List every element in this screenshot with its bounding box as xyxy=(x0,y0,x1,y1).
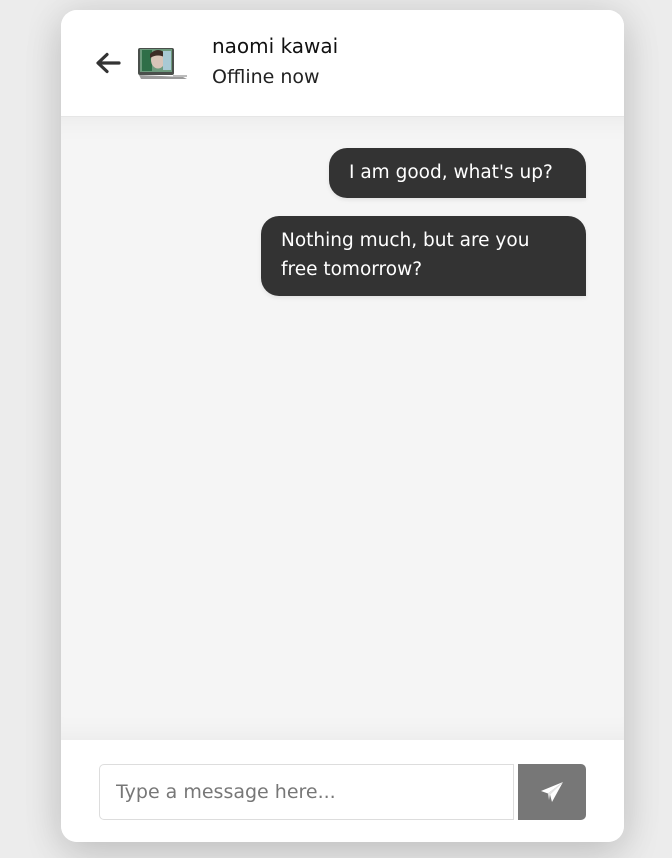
chat-window: naomi kawai Offline now I am good, what'… xyxy=(61,10,624,842)
contact-name: naomi kawai xyxy=(212,34,339,58)
arrow-left-icon xyxy=(96,52,121,74)
message-list[interactable]: I am good, what's up? Nothing much, but … xyxy=(61,117,624,740)
send-button[interactable] xyxy=(518,764,586,820)
paper-plane-icon xyxy=(541,782,563,802)
avatar xyxy=(137,46,189,82)
outgoing-message: Nothing much, but are you free tomorrow? xyxy=(261,216,586,296)
outgoing-message: I am good, what's up? xyxy=(329,148,586,198)
contact-status: Offline now xyxy=(212,66,320,88)
back-button[interactable] xyxy=(94,50,122,76)
chat-header: naomi kawai Offline now xyxy=(61,10,624,117)
message-input[interactable] xyxy=(99,764,514,820)
message-composer xyxy=(61,740,624,842)
